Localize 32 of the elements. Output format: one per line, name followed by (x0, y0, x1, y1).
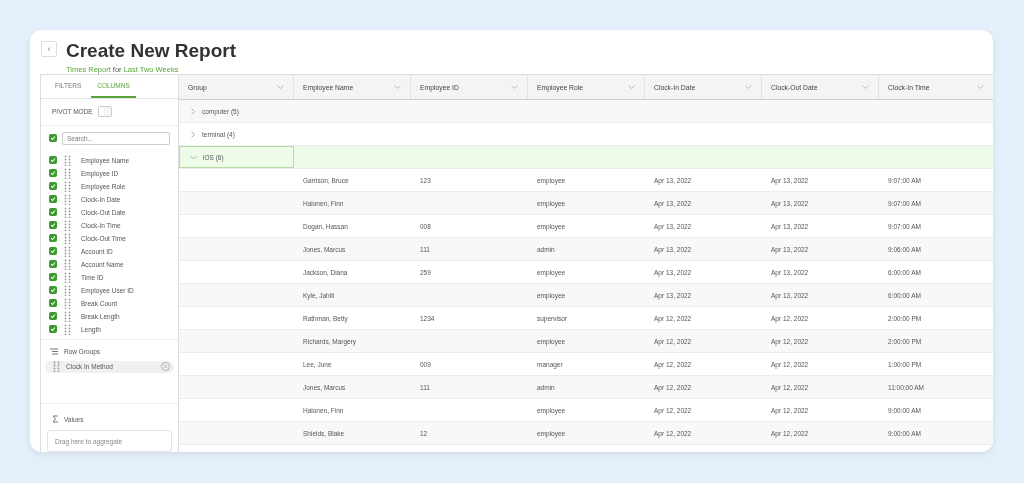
row-groups-icon (50, 348, 59, 356)
checkbox[interactable] (49, 260, 57, 269)
chevron-down-icon (745, 85, 752, 89)
checkbox[interactable] (49, 299, 57, 308)
chevron-down-icon (511, 85, 518, 89)
chevron-down-icon (628, 85, 635, 89)
checkbox[interactable] (49, 169, 57, 178)
checkbox[interactable] (49, 134, 57, 143)
checkbox[interactable] (49, 234, 57, 243)
pivot-mode-toggle[interactable] (97, 106, 112, 118)
checkbox[interactable] (49, 221, 57, 230)
checkbox[interactable] (49, 182, 57, 191)
checkbox[interactable] (49, 247, 57, 256)
chevron-down-icon (394, 85, 401, 89)
drag-handle-icon (53, 361, 60, 373)
checkbox[interactable] (49, 195, 57, 204)
page-title: Create New Report (66, 40, 236, 62)
chevron-down-icon (277, 85, 284, 89)
chevron-down-icon (862, 85, 869, 89)
checkbox[interactable] (49, 156, 57, 165)
remove-icon (161, 362, 170, 372)
checkbox[interactable] (49, 208, 57, 217)
chevron-right-icon (189, 130, 196, 138)
chevron-right-icon (189, 107, 196, 115)
chevron-down-icon (977, 85, 984, 89)
checkbox[interactable] (49, 325, 57, 334)
checkbox[interactable] (49, 273, 57, 282)
back-button[interactable]: ‹ (41, 41, 57, 57)
chevron-down-icon (190, 153, 197, 161)
sigma-icon (52, 415, 59, 423)
checkbox[interactable] (49, 286, 57, 295)
checkbox[interactable] (49, 312, 57, 321)
